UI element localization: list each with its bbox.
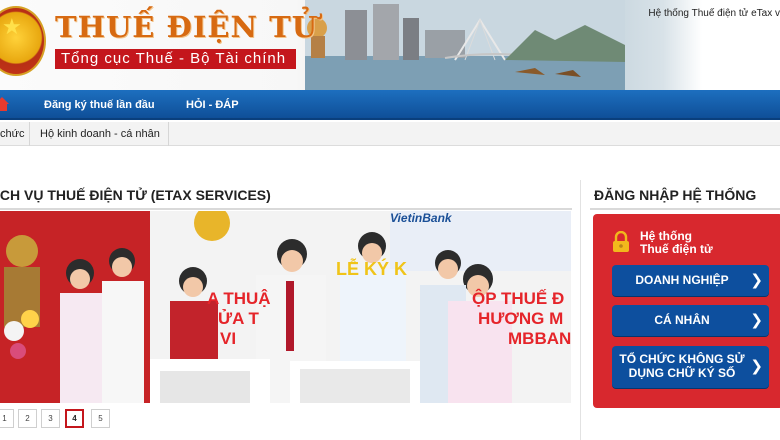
site-title: THUẾ ĐIỆN TỬ	[55, 10, 318, 44]
enterprise-login-label: DOANH NGHIỆP	[635, 273, 729, 287]
page-button-4-active[interactable]: 4	[65, 409, 84, 428]
chevron-right-icon: ❯	[750, 271, 763, 289]
page-button-3[interactable]: 3	[41, 409, 60, 428]
individual-login-label: CÁ NHÂN	[654, 313, 710, 327]
org-no-signature-label-line: DỤNG CHỮ KÝ SỐ	[628, 366, 736, 380]
banner-heading: LỄ KÝ K	[336, 259, 408, 279]
chevron-right-icon: ❯	[750, 311, 763, 329]
individual-login-button[interactable]: CÁ NHÂN ❯	[612, 305, 769, 336]
banner-text-line: A THUẬ	[207, 289, 271, 308]
main-navbar: Đăng ký thuế lần đầu HỎI - ĐÁP	[0, 90, 780, 120]
vietinbank-logo: VietinBank	[390, 211, 452, 225]
org-no-digital-signature-button[interactable]: TỔ CHỨC KHÔNG SỬ DỤNG CHỮ KÝ SỐ ❯	[612, 346, 769, 388]
banner-text-line: ỬA T	[218, 309, 259, 328]
star-icon: ★	[2, 14, 22, 39]
services-section-title: ỊCH VỤ THUẾ ĐIỆN TỬ (ETAX SERVICES)	[0, 187, 271, 203]
chevron-right-icon: ❯	[750, 358, 763, 375]
nav-faq[interactable]: HỎI - ĐÁP	[186, 90, 239, 120]
home-icon[interactable]	[0, 96, 10, 112]
lock-icon	[613, 231, 629, 252]
column-divider	[580, 180, 581, 440]
banner-text-line: VI	[220, 329, 237, 348]
news-slideshow[interactable]: A THUẬ ỬA T VI ỘP THUẾ Đ HƯƠNG M MBBANK …	[0, 211, 571, 403]
header-system-label: Hệ thống Thuế điện tử eTax v	[648, 8, 780, 19]
national-emblem-logo[interactable]: ★	[0, 6, 46, 76]
site-header: ★ THUẾ ĐIỆN TỬ Tổng cục Thuế - Bộ Tài ch…	[0, 0, 780, 90]
banner-text-line: ỘP THUẾ Đ	[472, 289, 565, 308]
page-button-2[interactable]: 2	[18, 409, 37, 428]
sub-tabs: chức Hộ kinh doanh - cá nhân	[0, 122, 780, 146]
site-subtitle: Tổng cục Thuế - Bộ Tài chính	[55, 49, 297, 69]
nav-first-tax-registration[interactable]: Đăng ký thuế lần đầu	[44, 90, 155, 120]
login-section-title: ĐĂNG NHẬP HỆ THỐNG	[594, 187, 757, 203]
tab-organization[interactable]: chức	[0, 122, 30, 146]
tab-household-individual[interactable]: Hộ kinh doanh - cá nhân	[32, 122, 169, 146]
org-no-signature-label-line: TỔ CHỨC KHÔNG SỬ	[619, 352, 745, 366]
login-title-underline	[590, 208, 780, 210]
banner-text-line: MBBANK	[508, 329, 571, 348]
banner-text-line: HƯƠNG M	[478, 309, 564, 328]
login-caption: Hệ thống Thuế điện tử	[640, 230, 730, 256]
enterprise-login-button[interactable]: DOANH NGHIỆP ❯	[612, 265, 769, 296]
services-title-underline	[0, 208, 572, 210]
etax-page: ★ THUẾ ĐIỆN TỬ Tổng cục Thuế - Bộ Tài ch…	[0, 0, 780, 440]
org-no-signature-label: TỔ CHỨC KHÔNG SỬ DỤNG CHỮ KÝ SỐ	[612, 352, 752, 380]
page-button-1[interactable]: 1	[0, 409, 14, 428]
login-caption-line: Thuế điện tử	[640, 242, 713, 256]
page-button-5[interactable]: 5	[91, 409, 110, 428]
header-skyline-image	[305, 0, 625, 90]
